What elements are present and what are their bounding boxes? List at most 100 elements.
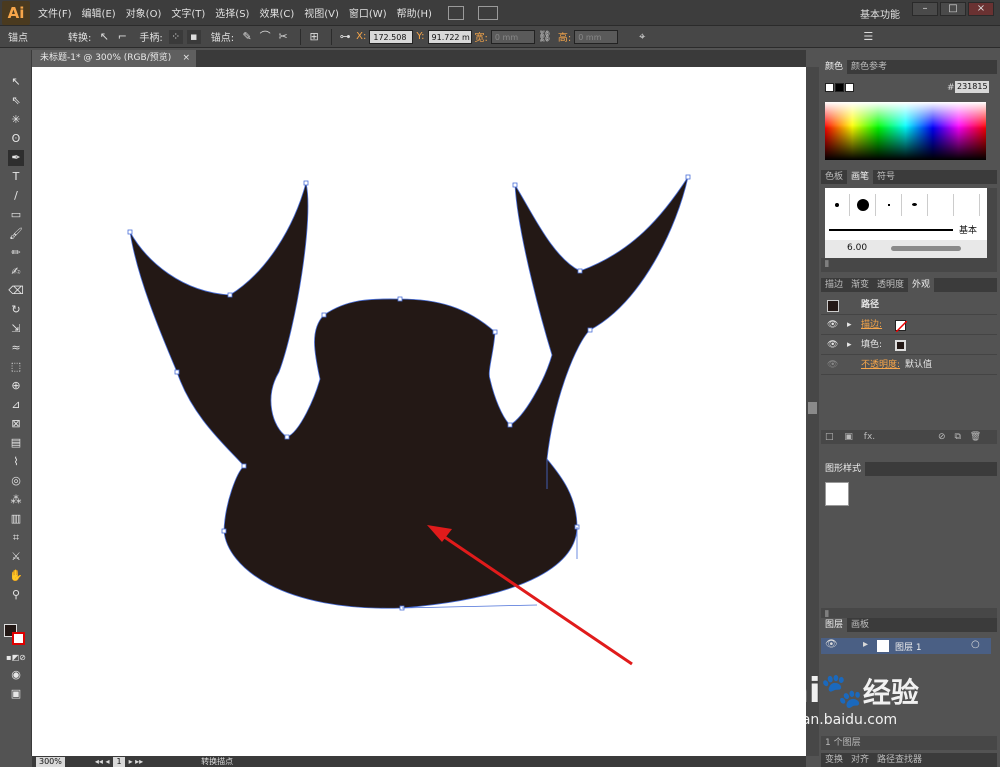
draw-mode-icon[interactable]: ◉ bbox=[8, 667, 24, 683]
transform-icon[interactable]: ⌖ bbox=[635, 30, 649, 44]
brush-thin[interactable] bbox=[929, 194, 954, 216]
brush-thin-2[interactable] bbox=[955, 194, 980, 216]
visibility-eye-icon[interactable]: 👁 bbox=[827, 316, 838, 335]
close-button[interactable]: × bbox=[968, 2, 994, 16]
free-transform-tool-icon[interactable]: ⬚ bbox=[8, 359, 24, 375]
tab-pathfinder[interactable]: 路径查找器 bbox=[873, 753, 926, 767]
reference-point-icon[interactable]: ⊶ bbox=[338, 30, 352, 44]
selection-tool-icon[interactable]: ↖ bbox=[8, 74, 24, 90]
brush-oval[interactable] bbox=[903, 194, 928, 216]
artboard-tool-icon[interactable]: ⌗ bbox=[8, 530, 24, 546]
menu-edit[interactable]: 编辑(E) bbox=[82, 5, 116, 20]
vertical-scrollbar[interactable] bbox=[806, 67, 819, 756]
menu-window[interactable]: 窗口(W) bbox=[349, 5, 387, 20]
menu-view[interactable]: 视图(V) bbox=[304, 5, 339, 20]
menu-select[interactable]: 选择(S) bbox=[215, 5, 249, 20]
menu-object[interactable]: 对象(O) bbox=[126, 5, 162, 20]
column-graph-tool-icon[interactable]: ▥ bbox=[8, 511, 24, 527]
tab-transform[interactable]: 变换 bbox=[821, 753, 847, 767]
shape-builder-tool-icon[interactable]: ⊕ bbox=[8, 378, 24, 394]
basic-brush-stroke[interactable] bbox=[829, 229, 953, 231]
tab-symbols[interactable]: 符号 bbox=[873, 170, 899, 184]
remove-anchor-icon[interactable]: ✎ bbox=[240, 30, 254, 44]
perspective-grid-tool-icon[interactable]: ⊿ bbox=[8, 397, 24, 413]
y-field[interactable]: 91.722 m bbox=[427, 29, 472, 44]
tab-brushes[interactable]: 画笔 bbox=[847, 170, 874, 184]
tab-artboards[interactable]: 画板 bbox=[847, 618, 873, 632]
visibility-eye-icon[interactable]: 👁 bbox=[827, 356, 838, 375]
show-handles-icon[interactable]: ⁘ bbox=[168, 29, 183, 44]
menu-file[interactable]: 文件(F) bbox=[38, 5, 72, 20]
expand-arrow-icon[interactable]: ▸ bbox=[847, 316, 852, 335]
paintbrush-tool-icon[interactable]: 🖌 bbox=[8, 226, 24, 242]
new-stroke-icon[interactable]: □ bbox=[825, 432, 834, 442]
stroke-none-swatch[interactable] bbox=[895, 320, 907, 332]
slice-tool-icon[interactable]: ⚔ bbox=[8, 549, 24, 565]
convert-smooth-icon[interactable]: ⌐ bbox=[115, 30, 129, 44]
type-tool-icon[interactable]: T bbox=[8, 169, 24, 185]
convert-corner-icon[interactable]: ↖ bbox=[97, 30, 111, 44]
panel-menu-icon[interactable]: ☰ bbox=[861, 30, 875, 44]
width-field[interactable]: 0 mm bbox=[490, 29, 535, 44]
zoom-field[interactable]: 300% bbox=[36, 756, 65, 767]
layer-target-icon[interactable]: ○ bbox=[971, 639, 980, 650]
line-tool-icon[interactable]: / bbox=[8, 188, 24, 204]
document-tab[interactable]: 未标题-1* @ 300% (RGB/预览) × bbox=[32, 50, 196, 67]
link-icon[interactable]: ⛓ bbox=[538, 30, 552, 44]
eraser-tool-icon[interactable]: ⌫ bbox=[8, 283, 24, 299]
scale-tool-icon[interactable]: ⇲ bbox=[8, 321, 24, 337]
page-nav-icon[interactable]: ◂◂ ◂ bbox=[95, 757, 110, 766]
expand-arrow-icon[interactable]: ▸ bbox=[847, 336, 852, 355]
blob-brush-tool-icon[interactable]: ✍ bbox=[8, 264, 24, 280]
magic-wand-tool-icon[interactable]: ✳ bbox=[8, 112, 24, 128]
add-effect-button[interactable]: fx. bbox=[864, 432, 875, 442]
stroke-color-swatch[interactable] bbox=[12, 632, 25, 645]
color-spectrum[interactable] bbox=[825, 102, 986, 160]
workspace-switcher[interactable]: 基本功能 bbox=[860, 6, 900, 21]
maximize-button[interactable]: □ bbox=[940, 2, 966, 16]
visibility-eye-icon[interactable]: 👁 bbox=[827, 336, 838, 355]
brushes-scrollbar[interactable] bbox=[987, 188, 997, 258]
layer-visibility-icon[interactable]: 👁 bbox=[825, 639, 838, 650]
brush-library[interactable]: 基本 6.00 bbox=[825, 188, 987, 258]
tab-appearance[interactable]: 外观 bbox=[908, 278, 935, 292]
warp-tool-icon[interactable]: ≈ bbox=[8, 340, 24, 356]
brush-dot-tiny[interactable] bbox=[877, 194, 902, 216]
tab-swatches[interactable]: 色板 bbox=[821, 170, 847, 184]
menu-type[interactable]: 文字(T) bbox=[171, 5, 205, 20]
zoom-tool-icon[interactable]: ⚲ bbox=[8, 587, 24, 603]
duplicate-icon[interactable]: ⧉ bbox=[954, 432, 960, 442]
cut-path-icon[interactable]: ✂ bbox=[276, 30, 290, 44]
page-next-icon[interactable]: ▸ ▸▸ bbox=[129, 757, 144, 766]
hide-handles-icon[interactable]: ▪ bbox=[186, 29, 201, 44]
scrollbar-thumb[interactable] bbox=[808, 402, 817, 414]
hand-tool-icon[interactable]: ✋ bbox=[8, 568, 24, 584]
layer-expand-icon[interactable]: ▸ bbox=[863, 639, 868, 650]
stroke-link[interactable]: 描边: bbox=[861, 316, 882, 335]
tab-color-guide[interactable]: 颜色参考 bbox=[847, 60, 891, 74]
pen-tool-icon[interactable]: ✒ bbox=[8, 150, 24, 166]
screen-mode-icon[interactable]: ▣ bbox=[8, 686, 24, 702]
symbol-sprayer-tool-icon[interactable]: ⁂ bbox=[8, 492, 24, 508]
hex-color-field[interactable]: 231815 bbox=[955, 81, 989, 93]
tab-align[interactable]: 对齐 bbox=[847, 753, 873, 767]
tab-layers[interactable]: 图层 bbox=[821, 618, 848, 632]
opacity-link[interactable]: 不透明度: bbox=[861, 356, 900, 375]
layer-row[interactable]: 👁 ▸ 图层 1 ○ bbox=[821, 638, 991, 654]
artboard-canvas[interactable] bbox=[32, 67, 806, 756]
color-mode-icon[interactable]: ▪◩⊘ bbox=[4, 650, 28, 666]
new-fill-icon[interactable]: ▣ bbox=[844, 432, 853, 442]
appearance-stroke-row[interactable]: 👁 ▸ 描边: bbox=[821, 316, 997, 335]
black-swatch[interactable] bbox=[835, 83, 844, 92]
brush-size-row[interactable]: 6.00 bbox=[825, 240, 987, 258]
close-tab-icon[interactable]: × bbox=[182, 50, 190, 67]
minimize-button[interactable]: – bbox=[912, 2, 938, 16]
rectangle-tool-icon[interactable]: ▭ bbox=[8, 207, 24, 223]
tab-gradient[interactable]: 渐变 bbox=[847, 278, 873, 292]
tab-transparency[interactable]: 透明度 bbox=[873, 278, 908, 292]
appearance-fill-row[interactable]: 👁 ▸ 填色: bbox=[821, 336, 997, 355]
fill-swatch[interactable] bbox=[895, 340, 906, 351]
clear-appearance-icon[interactable]: ⊘ bbox=[938, 432, 946, 442]
height-field[interactable]: 0 mm bbox=[574, 29, 619, 44]
pencil-tool-icon[interactable]: ✏ bbox=[8, 245, 24, 261]
